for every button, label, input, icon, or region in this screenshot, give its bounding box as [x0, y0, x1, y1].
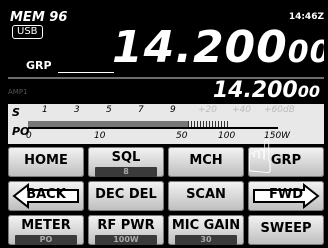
- s-scale-plus40: +40: [232, 105, 251, 115]
- mic-gain-button-value: 30: [175, 235, 237, 245]
- main-frequency-small: 00: [287, 35, 324, 70]
- mode-badge[interactable]: USB: [12, 25, 43, 39]
- fwd-button-label: FWD: [268, 187, 303, 202]
- dec-del-button[interactable]: DEC DEL: [88, 181, 164, 211]
- s-scale-9: 9: [170, 105, 176, 115]
- rf-pwr-button[interactable]: RF PWR 100W: [88, 215, 164, 245]
- group-underline: [58, 72, 114, 73]
- amp-label: AMP1: [8, 88, 28, 96]
- back-button[interactable]: BACK: [8, 181, 84, 211]
- meter-panel: S PO 1 3 5 7 9 +20 +40 +60dB 0 10 50 100…: [8, 104, 324, 144]
- mch-button-label: MCH: [189, 153, 223, 168]
- pointing-hand-icon: ☝: [246, 130, 275, 184]
- s-scale-5: 5: [106, 105, 112, 115]
- rf-pwr-button-value: 100W: [95, 235, 157, 245]
- mic-gain-button[interactable]: MIC GAIN 30: [168, 215, 244, 245]
- group-label: GRP: [26, 59, 52, 72]
- main-frequency[interactable]: 14.20000: [112, 24, 324, 77]
- meter-button-value: PO: [15, 235, 77, 245]
- back-button-label: BACK: [26, 187, 66, 202]
- mic-gain-button-label: MIC GAIN: [171, 218, 241, 233]
- sql-button-value: 8: [95, 167, 157, 177]
- meter-button[interactable]: METER PO: [8, 215, 84, 245]
- s-scale-7: 7: [138, 105, 144, 115]
- scan-button[interactable]: SCAN: [168, 181, 244, 211]
- po-scale-10: 10: [94, 131, 106, 141]
- po-scale-100: 100: [218, 131, 236, 141]
- s-meter-label: S: [12, 106, 20, 119]
- sweep-button[interactable]: SWEEP: [248, 215, 324, 245]
- display-screen: MEM 96 USB 14:46Z GRP 14.20000 14.20000 …: [8, 4, 324, 248]
- main-frequency-value: 14.200: [112, 22, 288, 73]
- s-scale-plus20: +20: [198, 105, 217, 115]
- sub-frequency-value: 14.200: [212, 78, 298, 103]
- s-scale-3: 3: [74, 105, 80, 115]
- fwd-button[interactable]: FWD: [248, 181, 324, 211]
- sweep-button-label: SWEEP: [260, 221, 312, 236]
- s-scale-plus60: +60dB: [264, 105, 295, 115]
- sql-button[interactable]: SQL 8: [88, 147, 164, 177]
- s-scale-1: 1: [42, 105, 48, 115]
- po-scale-0: 0: [26, 131, 32, 141]
- clock: 14:46Z: [288, 12, 324, 22]
- meter-tick-line: [28, 127, 278, 129]
- sub-frequency[interactable]: 14.20000: [213, 78, 320, 105]
- sub-frequency-small: 00: [297, 82, 320, 101]
- home-button[interactable]: HOME: [8, 147, 84, 177]
- scan-button-label: SCAN: [186, 187, 226, 202]
- mch-button[interactable]: MCH: [168, 147, 244, 177]
- dec-del-button-label: DEC DEL: [95, 187, 157, 202]
- sql-button-label: SQL: [111, 150, 141, 165]
- po-scale-50: 50: [176, 131, 188, 141]
- meter-button-label: METER: [21, 218, 71, 233]
- home-button-label: HOME: [24, 153, 68, 168]
- rf-pwr-button-label: RF PWR: [97, 218, 155, 233]
- memory-channel: MEM 96: [10, 10, 68, 25]
